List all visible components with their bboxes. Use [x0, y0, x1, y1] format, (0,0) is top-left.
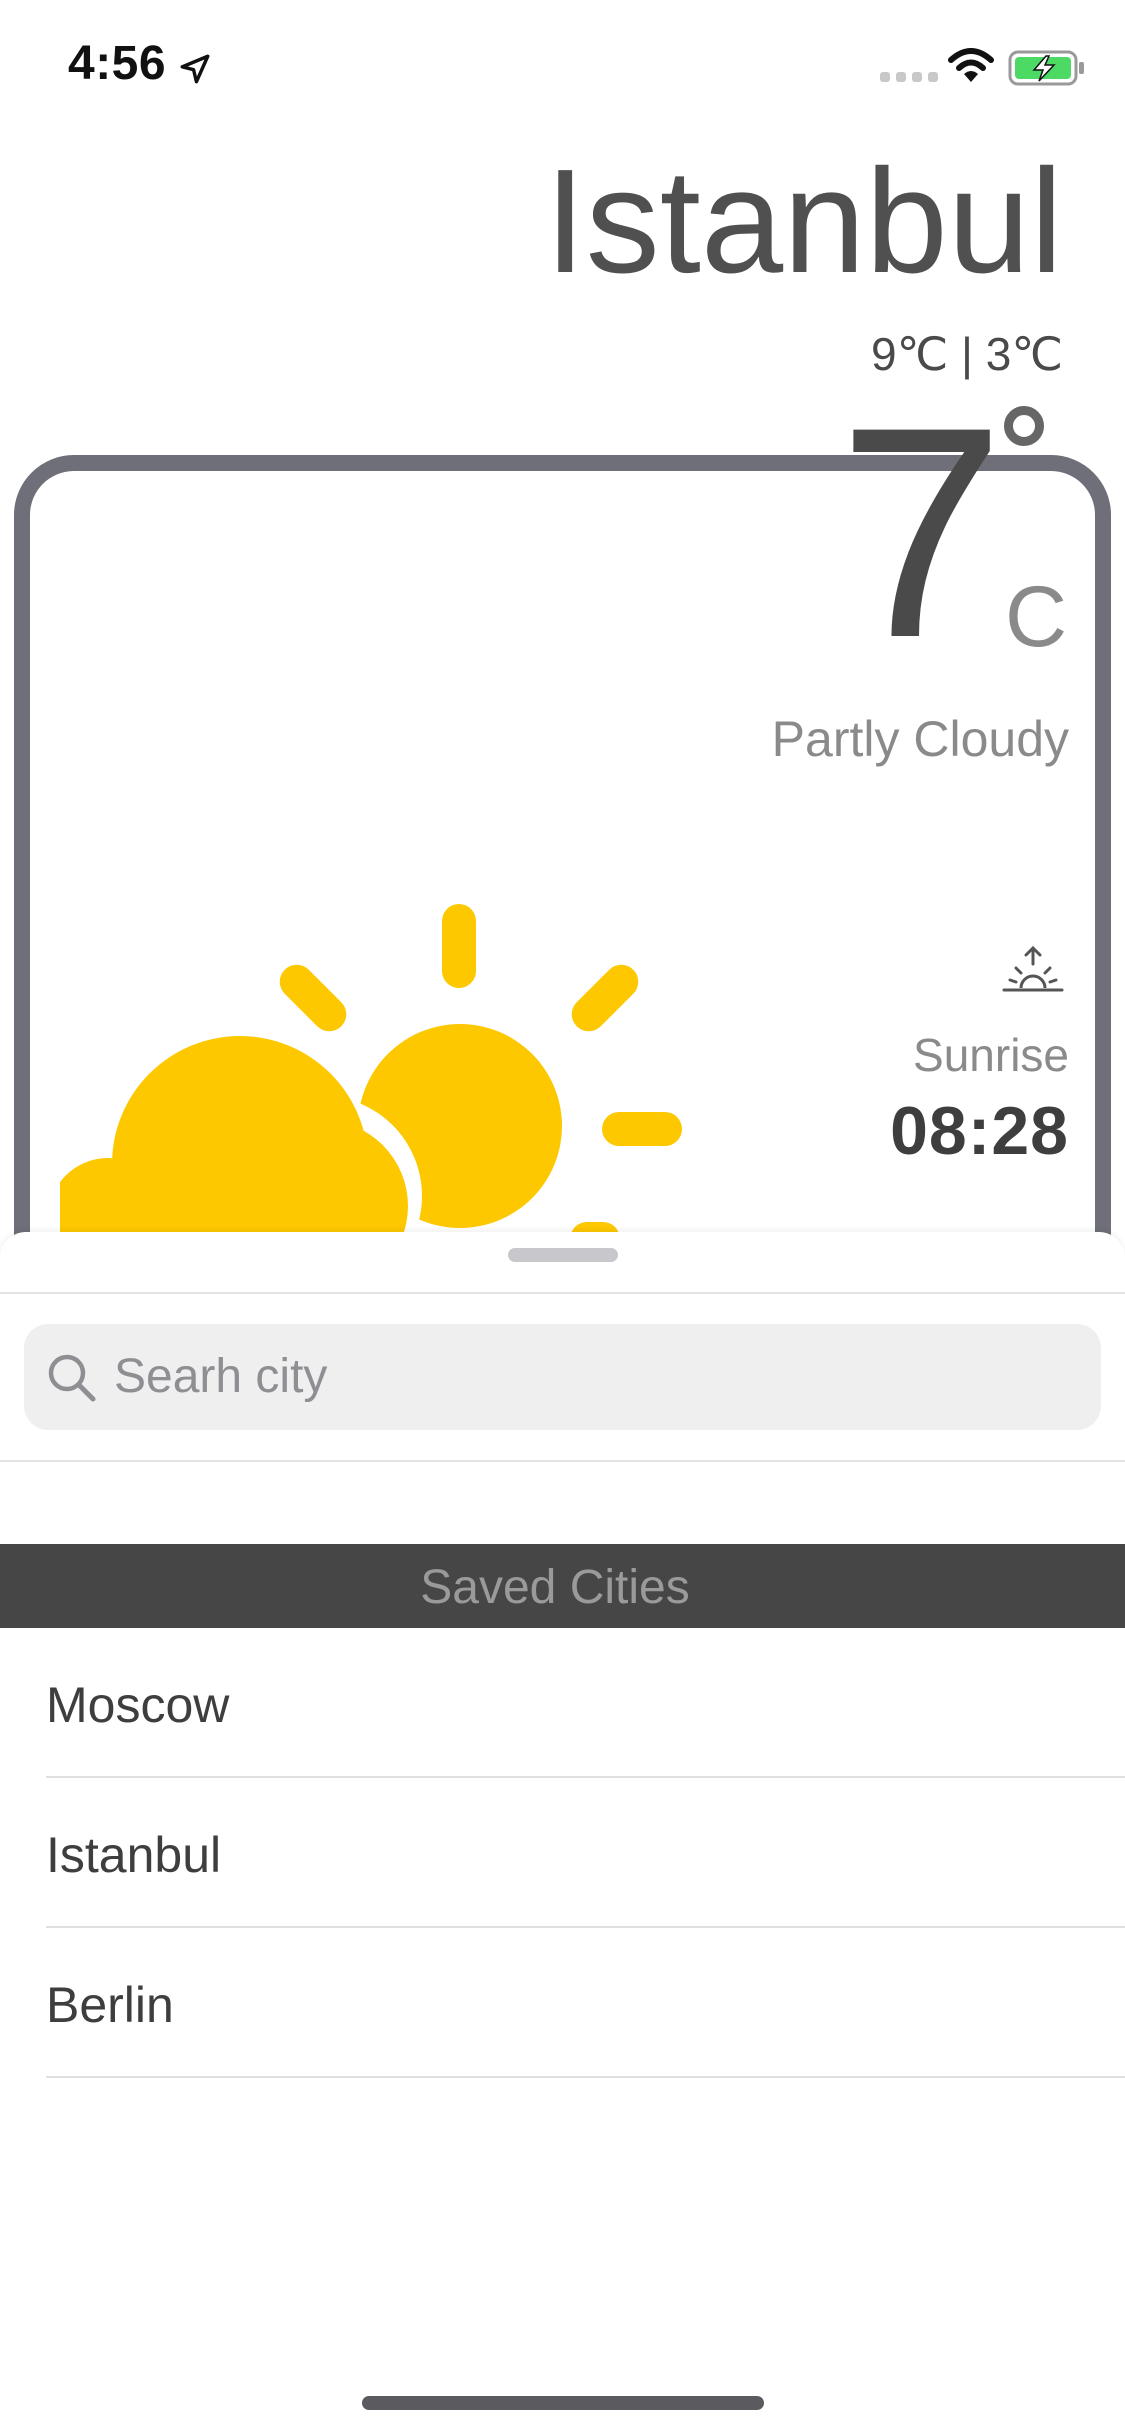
search-placeholder: Searh city [114, 1350, 328, 1403]
status-time: 4:56 [68, 37, 167, 90]
list-item[interactable]: Berlin [0, 1928, 1125, 2078]
city-search-sheet[interactable]: Searh city Saved Cities Moscow Istanbul … [0, 1232, 1125, 2436]
divider [0, 1460, 1125, 1462]
saved-cities-header: Saved Cities [0, 1544, 1125, 1628]
cellular-signal-icon [880, 72, 938, 82]
weather-condition: Partly Cloudy [771, 711, 1069, 767]
temperature-unit: C [1005, 569, 1068, 665]
city-name: Istanbul [46, 1827, 222, 1883]
row-separator [46, 2076, 1125, 2078]
city-title: Istanbul [544, 139, 1063, 304]
location-arrow-icon [180, 54, 210, 84]
search-icon [48, 1354, 96, 1402]
city-name: Moscow [46, 1677, 230, 1733]
wifi-icon [948, 48, 994, 82]
search-input[interactable]: Searh city [24, 1324, 1101, 1430]
home-indicator[interactable] [362, 2396, 764, 2410]
partly-cloudy-icon [60, 904, 682, 1240]
sunrise-icon [1002, 945, 1064, 992]
sheet-drag-handle[interactable] [508, 1248, 618, 1262]
sunrise-label: Sunrise [913, 1029, 1069, 1081]
battery-charging-icon [1008, 50, 1084, 86]
degree-symbol [1004, 406, 1044, 446]
divider [0, 1292, 1125, 1294]
list-item[interactable]: Moscow [0, 1628, 1125, 1778]
city-name: Berlin [46, 1977, 174, 2033]
list-item[interactable]: Istanbul [0, 1778, 1125, 1928]
sunrise-time: 08:28 [890, 1093, 1069, 1169]
saved-cities-title: Saved Cities [420, 1561, 690, 1614]
current-temperature: 7 [838, 364, 1005, 700]
